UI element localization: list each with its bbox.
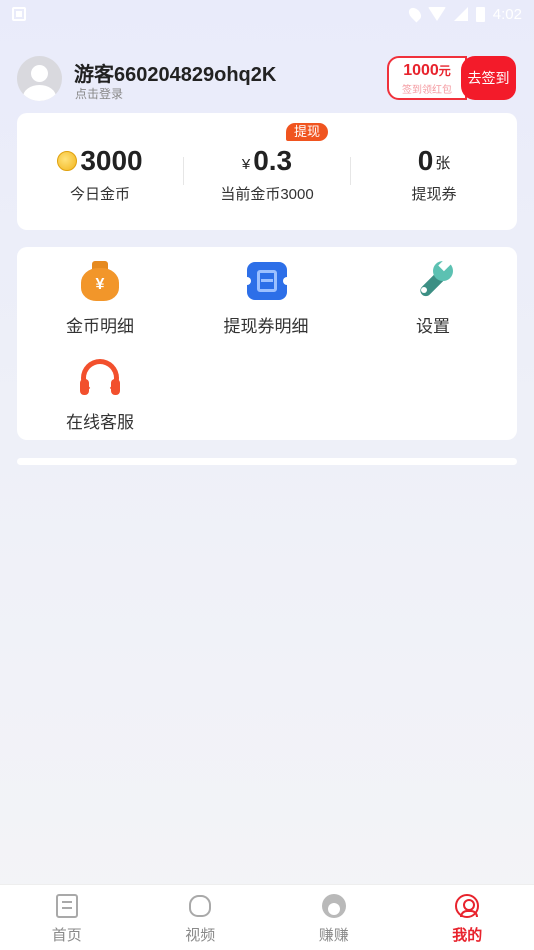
notification-icon — [12, 7, 26, 21]
tools-card: ¥ 金币明细 提现券明细 设置 在线客服 — [17, 247, 517, 440]
stat-today-coins[interactable]: 3000 今日金币 — [17, 143, 183, 204]
tool-voucher-details[interactable]: 提现券明细 — [183, 259, 349, 337]
currency-symbol: ¥ — [241, 156, 251, 173]
tool-settings[interactable]: 设置 — [350, 257, 516, 337]
checkin-amount: 1000 — [403, 62, 439, 79]
video-bag-icon — [187, 893, 213, 919]
tool-label: 设置 — [416, 317, 450, 336]
stat-value: 0.3 — [253, 145, 293, 176]
checkin-banner[interactable]: 1000元 签到领红包 去签到 — [387, 56, 516, 100]
status-time: 4:02 — [492, 5, 522, 23]
tool-label: 在线客服 — [66, 413, 134, 432]
stat-label: 提现券 — [411, 186, 457, 203]
wifi-icon — [427, 7, 446, 21]
money-bag-glyph: ¥ — [81, 268, 119, 301]
battery-icon — [475, 6, 485, 22]
stat-label: 今日金币 — [69, 186, 130, 203]
stat-vouchers[interactable]: 0张 提现券 — [351, 143, 517, 204]
profile-icon — [454, 893, 480, 919]
wrench-icon — [411, 257, 455, 303]
nav-label: 我的 — [452, 927, 483, 944]
stat-label: 当前金币3000 — [220, 186, 314, 203]
stat-unit: 张 — [435, 155, 451, 172]
home-doc-icon — [54, 893, 80, 919]
withdraw-badge[interactable]: 提现 — [286, 123, 328, 141]
username[interactable]: 游客660204829ohq2K — [74, 58, 276, 87]
checkin-button[interactable]: 去签到 — [461, 56, 516, 100]
signal-icon — [453, 7, 468, 21]
nav-label: 赚赚 — [318, 927, 349, 944]
avatar[interactable] — [17, 56, 62, 101]
status-icons: 4:02 — [406, 5, 522, 23]
tool-customer-service[interactable]: 在线客服 — [17, 355, 183, 433]
profile-header: 游客660204829ohq2K 点击登录 1000元 签到领红包 去签到 — [17, 56, 517, 102]
empty-card-strip — [17, 458, 517, 465]
checkin-reward[interactable]: 1000元 签到领红包 — [387, 56, 467, 100]
tool-label: 金币明细 — [66, 317, 134, 336]
ticket-icon — [243, 259, 291, 303]
headset-icon — [78, 355, 122, 399]
stats-card: 提现 3000 今日金币 ¥0.3 当前金币3000 0张 提现券 — [17, 113, 517, 230]
login-link[interactable]: 点击登录 — [75, 85, 123, 102]
nav-label: 视频 — [185, 927, 216, 944]
nav-label: 首页 — [51, 927, 82, 944]
tool-coin-details[interactable]: ¥ 金币明细 — [17, 259, 183, 337]
status-bar: 4:02 — [0, 0, 534, 28]
stat-value: 0 — [417, 145, 434, 176]
stat-current-balance[interactable]: ¥0.3 当前金币3000 — [184, 143, 350, 204]
location-icon — [406, 5, 424, 23]
bottom-nav: 首页 视频 赚赚 我的 — [0, 884, 534, 950]
nav-profile[interactable]: 我的 — [401, 885, 534, 950]
coin-icon — [57, 151, 78, 171]
money-bag-icon: ¥ — [78, 259, 122, 303]
nav-home[interactable]: 首页 — [0, 885, 134, 950]
earn-face-icon — [321, 893, 347, 919]
nav-video[interactable]: 视频 — [134, 885, 268, 950]
checkin-amount-unit: 元 — [438, 64, 451, 78]
tool-label: 提现券明细 — [223, 317, 309, 336]
stat-value: 3000 — [80, 145, 143, 176]
checkin-subtitle: 签到领红包 — [402, 85, 452, 96]
nav-earn[interactable]: 赚赚 — [267, 885, 401, 950]
